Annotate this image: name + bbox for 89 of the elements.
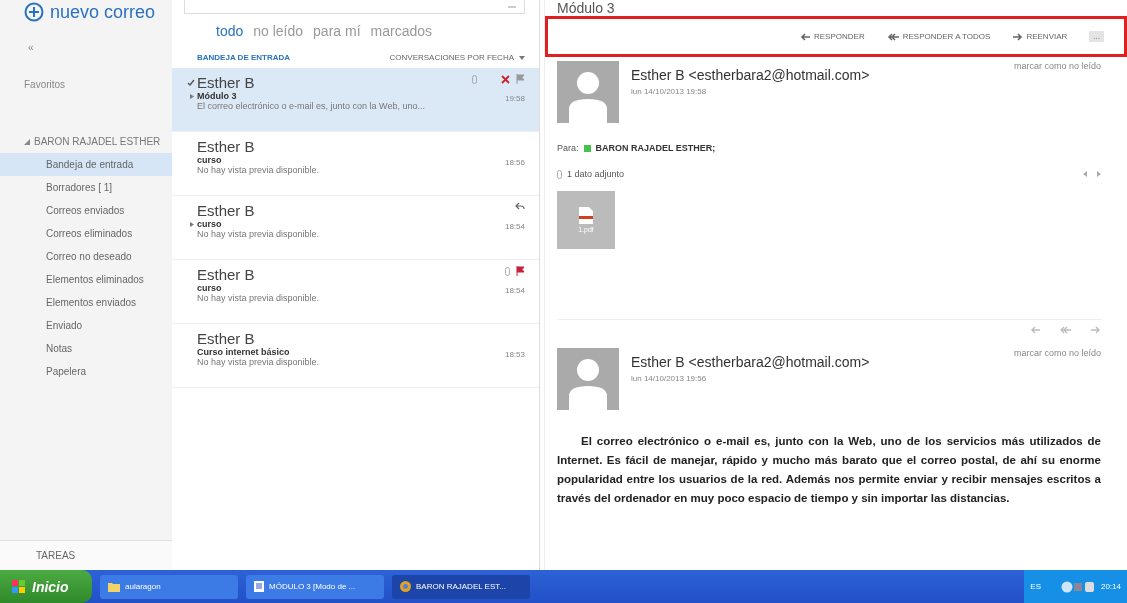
filter-tab[interactable]: no leído	[253, 23, 304, 39]
folder-item[interactable]: Notas	[0, 337, 172, 360]
left-arrow-icon	[800, 32, 811, 41]
message-title: Módulo 3	[557, 0, 616, 16]
tasks-link[interactable]: TAREAS	[0, 540, 172, 570]
action-button[interactable]: RESPONDER A TODOS	[886, 32, 991, 41]
filter-tab[interactable]: todo	[216, 23, 244, 39]
avatar-icon	[557, 61, 619, 123]
mark-unread-link[interactable]: marcar como no leído	[1013, 348, 1101, 358]
new-mail-button[interactable]: nuevo correo	[0, 0, 156, 24]
start-button[interactable]: Inicio	[0, 570, 92, 603]
collapse-button[interactable]: «	[0, 24, 172, 53]
folder-item[interactable]: Correos enviados	[0, 199, 172, 222]
folder-item[interactable]: Correo no deseado	[0, 245, 172, 268]
message-item[interactable]: Esther B Módulo 3 El correo electrónico o e-mail es, junto con la Web, uno... 19:58	[172, 68, 539, 132]
message-subject: curso	[197, 155, 222, 165]
favorites-heading[interactable]: Favoritos	[0, 53, 172, 128]
sender-name: Esther B	[197, 266, 255, 283]
message-time: 18:54	[504, 222, 525, 231]
recipient-name: BARON RAJADEL ESTHER;	[595, 143, 716, 153]
left-arrow-icon[interactable]	[1030, 326, 1041, 334]
tray-icons-drawing[interactable]	[1060, 580, 1095, 593]
sender-name: Esther B	[197, 202, 255, 219]
contact-square-icon	[583, 144, 591, 152]
folder-item[interactable]: Papelera	[0, 360, 172, 383]
search-field[interactable]	[184, 0, 525, 14]
account-name[interactable]: BARON RAJADEL ESTHER	[34, 136, 161, 147]
filter-tab[interactable]: marcados	[370, 23, 432, 39]
right-arrow-icon[interactable]	[1090, 326, 1101, 334]
caret-icon	[519, 55, 525, 60]
paperclip-icon	[472, 74, 477, 84]
taskbar-button[interactable]: aularagon	[100, 574, 238, 599]
filter-tab[interactable]: para mí	[313, 23, 361, 39]
folder-icon	[108, 581, 120, 592]
folder-item[interactable]: Correos eliminados	[0, 222, 172, 245]
message-preview: El correo electrónico o e-mail es, junto con la Web, uno...	[197, 101, 426, 111]
message-date: lun 14/10/2013 19:58	[631, 87, 708, 96]
folder-item[interactable]: Elementos enviados	[0, 291, 172, 314]
taskbar-button[interactable]: BARON RAJADEL EST...	[392, 574, 530, 599]
message-subject: Módulo 3	[197, 91, 237, 101]
message-preview: No hay vista previa disponible.	[197, 357, 321, 367]
flag-icon	[516, 74, 525, 84]
folder-item[interactable]: Borradores [ 1]	[0, 176, 172, 199]
more-button[interactable]: ...	[1089, 31, 1104, 42]
avatar-icon	[557, 348, 619, 410]
pdf-file-icon	[579, 207, 593, 224]
taskbar-button[interactable]: MÓDULO 3 [Modo de ...	[246, 574, 384, 599]
folder-item[interactable]: Bandeja de entrada	[0, 153, 172, 176]
sender-name: Esther B	[197, 138, 255, 155]
double-left-arrow-icon	[886, 32, 900, 41]
right-arrow-icon	[1012, 32, 1024, 41]
sort-dropdown[interactable]: CONVERSACIONES POR FECHA	[389, 53, 525, 62]
paperclip-icon	[505, 266, 510, 276]
paperclip-icon	[557, 169, 562, 179]
message-date: lun 14/10/2013 19:56	[631, 374, 708, 383]
windows-logo-icon	[12, 579, 26, 594]
to-label: Para:	[557, 143, 579, 153]
sender-address: Esther B <estherbara2@hotmail.com>	[631, 354, 870, 370]
sender-name: Esther B	[197, 330, 255, 347]
flag-icon	[516, 266, 525, 276]
folder-item[interactable]: Elementos eliminados	[0, 268, 172, 291]
delete-icon[interactable]	[501, 74, 510, 84]
message-subject: curso	[197, 283, 222, 293]
document-icon	[254, 581, 264, 592]
attachment-count: 1 dato adjunto	[567, 169, 625, 179]
message-time: 18:54	[504, 286, 525, 295]
next-icon[interactable]	[1097, 171, 1101, 177]
folder-title: BANDEJA DE ENTRADA	[197, 53, 291, 62]
message-subject: Curso internet básico	[197, 347, 290, 357]
action-button[interactable]: REENVIAR	[1012, 32, 1068, 41]
language-indicator[interactable]: ES	[1030, 582, 1041, 591]
sender-address: Esther B <estherbara2@hotmail.com>	[631, 67, 870, 83]
message-time: 19:58	[504, 94, 525, 103]
message-preview: No hay vista previa disponible.	[197, 293, 321, 303]
message-time: 18:56	[504, 158, 525, 167]
mark-unread-link[interactable]: marcar como no leído	[1013, 61, 1101, 71]
message-body: El correo electrónico o e-mail es, junto con la Web, uno de los servicios más utilizados de Internet. Es fácil de manejar, rápido y mucho más barato que el correo postal, de ahí su enorme popularidad entre los usuarios de la red. Además nos permite enviar y recibir mensajes escritos a través del ordenador en muy poco espacio de tiempo y sin importar las distancias.	[557, 434, 1101, 506]
message-subject: curso	[197, 219, 222, 229]
clock: 20:14	[1100, 582, 1121, 591]
double-left-arrow-icon[interactable]	[1059, 326, 1072, 334]
plus-circle-icon	[24, 2, 44, 22]
message-preview: No hay vista previa disponible.	[197, 165, 321, 175]
previous-icon[interactable]	[1083, 171, 1087, 177]
folder-item[interactable]: Enviado	[0, 314, 172, 337]
message-time: 18:53	[504, 350, 525, 359]
message-preview: No hay vista previa disponible.	[197, 229, 321, 239]
action-button[interactable]: RESPONDER	[800, 32, 865, 41]
browser-icon	[400, 581, 411, 592]
sender-name: Esther B	[197, 74, 255, 91]
